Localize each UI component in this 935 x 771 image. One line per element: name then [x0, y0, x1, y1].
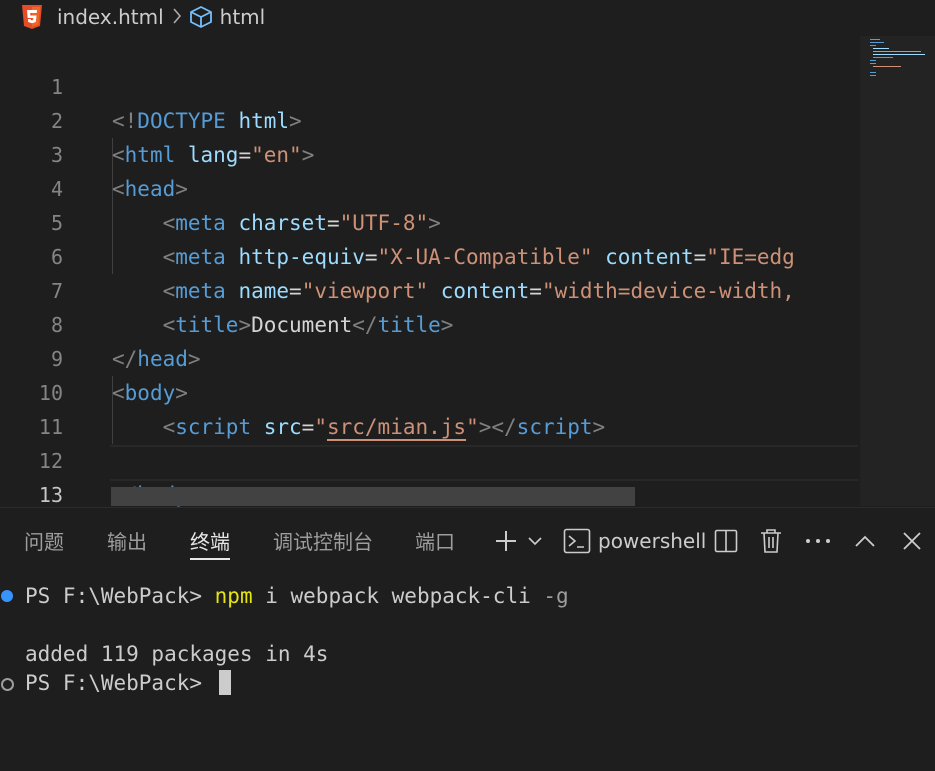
- tab-debug-console[interactable]: 调试控制台: [273, 526, 373, 556]
- code-line: 1 <!DOCTYPE html>: [0, 36, 858, 133]
- command-args: i webpack webpack-cli: [252, 584, 544, 608]
- horizontal-scrollbar[interactable]: [111, 487, 635, 506]
- code-line: 11: [0, 376, 858, 439]
- breadcrumb-symbol[interactable]: html: [220, 5, 266, 29]
- code-line: 12 </body>: [0, 410, 858, 507]
- cube-icon: [188, 5, 214, 29]
- more-icon[interactable]: [805, 524, 831, 558]
- code-line: 2 <html lang="en">: [0, 70, 858, 167]
- code-line: 9 <body>: [0, 308, 858, 405]
- html5-icon: [21, 5, 43, 29]
- breadcrumb-file[interactable]: index.html: [57, 5, 164, 29]
- shell-label[interactable]: powershell: [598, 524, 706, 558]
- code-editor[interactable]: 1 <!DOCTYPE html> 2 <html lang="en"> 3 <…: [0, 35, 935, 541]
- plus-icon[interactable]: [492, 524, 520, 558]
- command-success-dot-icon[interactable]: [1, 590, 13, 602]
- terminal-output: added 119 packages in 4s: [25, 642, 329, 666]
- terminal-line: PS F:\WebPack> npm i webpack webpack-cli…: [25, 582, 569, 611]
- command: npm: [214, 584, 253, 608]
- code-line: 8 </head>: [0, 274, 858, 371]
- close-icon[interactable]: [901, 524, 923, 558]
- bottom-panel: 问题 输出 终端 调试控制台 端口 powershell PS F:\WebPa…: [0, 507, 935, 771]
- minimap[interactable]: [860, 36, 935, 506]
- prompt: PS F:\WebPack>: [25, 671, 215, 695]
- code-line: 6 <meta name="viewport" content="width=d…: [0, 206, 858, 303]
- tab-problems[interactable]: 问题: [24, 526, 64, 556]
- breadcrumb: index.html html: [0, 0, 935, 34]
- code-line: 4 <meta charset="UTF-8">: [0, 138, 858, 235]
- code-line: 13 </html>: [0, 444, 858, 541]
- chevron-right-icon: [172, 5, 182, 29]
- trash-icon[interactable]: [759, 524, 783, 558]
- terminal-cursor: [218, 670, 231, 695]
- tab-terminal[interactable]: 终端: [190, 526, 230, 560]
- command-flag: -g: [543, 584, 569, 608]
- tab-output[interactable]: 输出: [107, 526, 147, 556]
- prompt: PS F:\WebPack>: [25, 584, 215, 608]
- code-line: 7 <title>Document</title>: [0, 240, 858, 337]
- code-line: 10 <script src="src/mian.js"></script>: [0, 342, 858, 439]
- code-line: 3 <head>: [0, 104, 858, 201]
- code-line: 5 <meta http-equiv="X-UA-Compatible" con…: [0, 172, 858, 269]
- tab-ports[interactable]: 端口: [415, 526, 455, 556]
- terminal-icon: [562, 524, 592, 558]
- chevron-up-icon[interactable]: [854, 524, 876, 558]
- chevron-down-icon[interactable]: [526, 524, 544, 558]
- terminal-line: PS F:\WebPack>: [25, 669, 231, 698]
- command-pending-dot-icon[interactable]: [1, 678, 14, 691]
- panel-tabs: 问题 输出 终端 调试控制台 端口 powershell: [0, 508, 935, 574]
- split-icon[interactable]: [713, 524, 739, 558]
